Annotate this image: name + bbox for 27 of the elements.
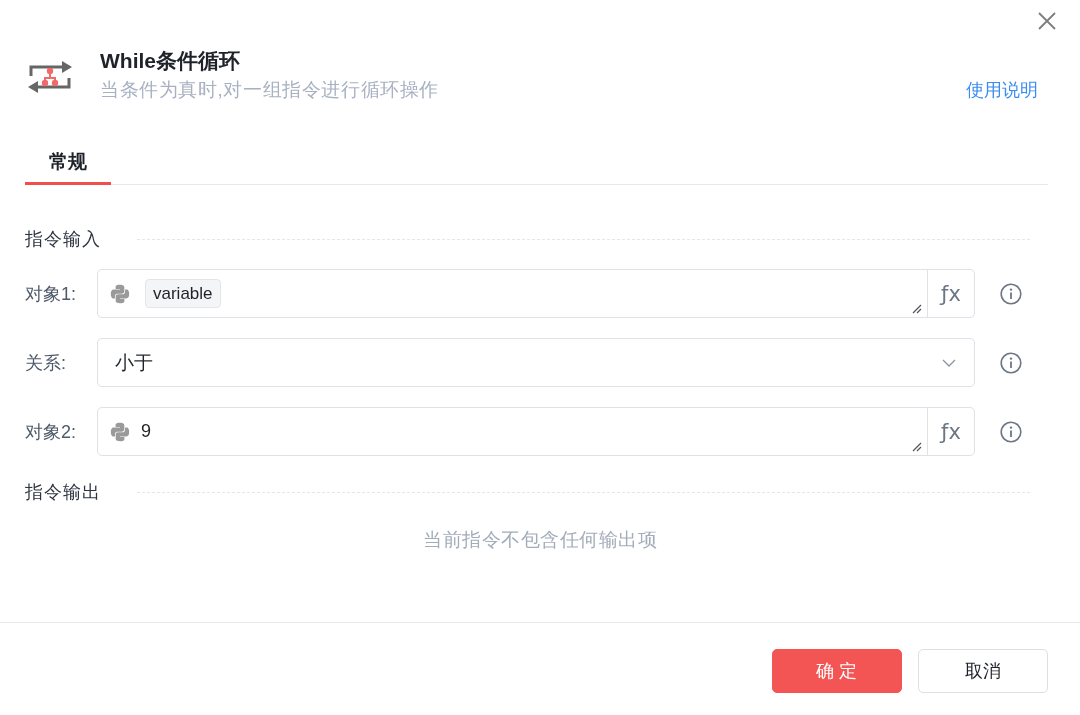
input-value: 9 [141,421,151,442]
python-icon [109,282,131,305]
close-icon [1038,12,1056,30]
resize-handle-icon[interactable] [912,442,922,452]
tab[interactable]: 常规 [25,142,111,185]
chevron-down-icon [942,358,956,367]
cancel-button[interactable]: 取消 [918,649,1048,693]
dialog-title: While条件循环 [100,48,241,74]
field-label: 对象1: [25,282,77,306]
python-icon [109,420,131,443]
function-button[interactable]: ƒx [927,270,974,317]
empty-output-text: 当前指令不包含任何输出项 [423,528,657,552]
section-title: 指令输出 [25,481,101,504]
close-button[interactable] [1038,12,1056,30]
field-label: 对象2: [25,420,77,444]
expression-input-field[interactable]: variable ƒx [97,269,975,318]
info-icon[interactable] [1000,282,1022,305]
dialog-subtitle: 当条件为真时,对一组指令进行循环操作 [100,78,441,102]
expression-input-field[interactable]: 9 ƒx [97,407,975,456]
function-button[interactable]: ƒx [927,408,974,455]
info-icon[interactable] [1000,420,1022,443]
info-icon[interactable] [1000,351,1022,374]
resize-handle-icon[interactable] [912,304,922,314]
field-label: 关系: [25,351,67,375]
relation-select[interactable]: 小于 [97,338,975,387]
variable-tag: variable [145,279,221,308]
section-title: 指令输入 [25,228,101,251]
